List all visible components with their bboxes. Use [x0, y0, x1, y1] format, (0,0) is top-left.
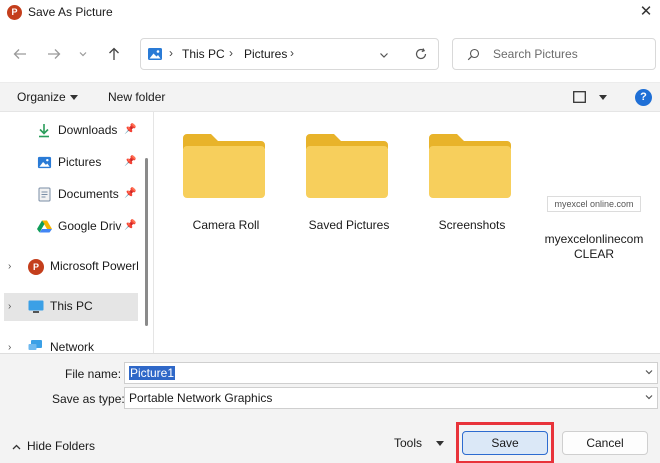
sidebar-item-label: Network — [50, 340, 95, 353]
breadcrumb-chevron-icon: › — [229, 46, 233, 60]
arrow-right-icon — [48, 49, 61, 59]
organize-label: Organize — [17, 90, 66, 104]
sidebar-item-downloads[interactable]: Downloads 📌 — [0, 117, 146, 145]
forward-button[interactable] — [44, 43, 64, 65]
hide-folders-button[interactable]: Hide Folders — [12, 439, 95, 453]
chevron-down-icon — [79, 52, 87, 57]
search-box[interactable]: Search Pictures — [452, 38, 656, 70]
sidebar-item-label: Documents — [58, 187, 119, 201]
sidebar-item-documents[interactable]: Documents 📌 — [0, 181, 146, 209]
documents-icon — [38, 187, 51, 202]
file-name-input[interactable]: Picture1 — [124, 362, 658, 384]
address-bar[interactable]: › This PC › Pictures › — [140, 38, 439, 70]
download-icon — [39, 124, 49, 138]
pictures-icon — [37, 156, 52, 169]
sidebar-item-label: Pictures — [58, 155, 102, 169]
hide-folders-label: Hide Folders — [27, 439, 96, 453]
breadcrumb-this-pc[interactable]: This PC — [182, 47, 225, 61]
pin-icon: 📌 — [124, 220, 137, 231]
back-button[interactable] — [10, 43, 30, 65]
network-icon — [28, 340, 42, 350]
breadcrumb-chevron-icon: › — [169, 46, 173, 60]
file-list: Camera Roll Saved Pictures Screenshots m… — [155, 112, 660, 353]
image-thumbnail: myexcel online.com — [547, 196, 641, 212]
pin-icon: 📌 — [124, 156, 137, 167]
tools-label: Tools — [394, 436, 423, 450]
sidebar-item-network[interactable]: › Network — [0, 334, 146, 353]
window-title: Save As Picture — [28, 5, 113, 19]
save-type-select[interactable]: Portable Network Graphics — [124, 387, 658, 409]
search-placeholder: Search Pictures — [493, 47, 578, 61]
sidebar-item-this-pc[interactable]: › This PC — [4, 293, 138, 321]
arrow-left-icon — [13, 49, 26, 59]
command-bar: Organize New folder ? — [0, 82, 660, 112]
sidebar-item-pictures[interactable]: Pictures 📌 — [0, 149, 146, 177]
powerpoint-app-icon: P — [7, 5, 22, 20]
breadcrumb-pictures[interactable]: Pictures — [244, 47, 287, 61]
chevron-right-icon[interactable]: › — [8, 342, 11, 353]
new-folder-button[interactable]: New folder — [108, 90, 165, 104]
sidebar-scrollbar[interactable] — [145, 158, 148, 326]
save-type-value: Portable Network Graphics — [129, 391, 273, 405]
file-name-label: File name: — [65, 367, 122, 381]
arrow-up-icon — [109, 47, 119, 60]
breadcrumb-chevron-icon: › — [290, 46, 294, 60]
folder-label: Saved Pictures — [308, 218, 390, 232]
dialog-footer: Hide Folders Tools Save Cancel — [0, 411, 660, 463]
navigation-pane: Downloads 📌 Pictures 📌 Documents 📌 Googl… — [0, 112, 154, 353]
chevron-right-icon[interactable]: › — [8, 261, 11, 272]
save-fields: File name: Picture1 Save as type: Portab… — [0, 353, 660, 411]
sidebar-item-label: This PC — [50, 299, 93, 313]
refresh-icon[interactable] — [414, 47, 428, 61]
up-button[interactable] — [104, 43, 124, 65]
caret-down-icon — [69, 95, 78, 101]
navigation-bar: › This PC › Pictures › Search Pictures — [0, 26, 660, 82]
sidebar-item-google-drive[interactable]: Google Drive 📌 — [0, 213, 146, 241]
chevron-right-icon[interactable]: › — [8, 301, 11, 312]
sidebar-item-label: Downloads — [58, 123, 118, 137]
google-drive-icon — [37, 220, 52, 233]
tools-menu[interactable]: Tools — [394, 436, 445, 450]
pin-icon: 📌 — [124, 188, 137, 199]
chevron-down-icon — [645, 395, 653, 400]
folder-label: Camera Roll — [192, 218, 260, 232]
folder-icon — [429, 134, 511, 198]
view-layout-icon — [573, 91, 586, 103]
close-button[interactable]: ✕ — [636, 2, 656, 22]
help-button[interactable]: ? — [635, 89, 652, 106]
title-bar: P Save As Picture ✕ — [0, 0, 660, 26]
view-menu[interactable] — [573, 91, 608, 106]
file-label: myexcelonlinecomCLEAR — [544, 232, 644, 261]
cancel-button[interactable]: Cancel — [562, 431, 648, 455]
save-button[interactable]: Save — [462, 431, 548, 455]
address-history-chevron-icon[interactable] — [379, 50, 389, 60]
sidebar-item-label: Google Drive — [58, 219, 122, 233]
search-icon — [467, 48, 480, 61]
powerpoint-icon: P — [28, 259, 44, 275]
sidebar-item-label: Microsoft PowerPoint — [50, 259, 138, 273]
organize-menu[interactable]: Organize — [17, 90, 78, 104]
folder-icon — [306, 134, 388, 198]
caret-down-icon — [599, 95, 608, 100]
sidebar-item-powerpoint[interactable]: › P Microsoft PowerPoint — [0, 253, 146, 281]
pictures-location-icon — [148, 48, 162, 60]
file-name-value: Picture1 — [129, 366, 176, 380]
caret-down-icon — [436, 441, 445, 447]
recent-locations-button[interactable] — [76, 43, 90, 65]
chevron-up-icon — [12, 444, 21, 450]
save-type-label: Save as type: — [52, 392, 125, 406]
chevron-down-icon[interactable] — [645, 368, 653, 376]
folder-icon — [183, 134, 265, 198]
pin-icon: 📌 — [124, 124, 137, 135]
folder-label: Screenshots — [438, 218, 506, 232]
monitor-icon — [28, 300, 44, 313]
